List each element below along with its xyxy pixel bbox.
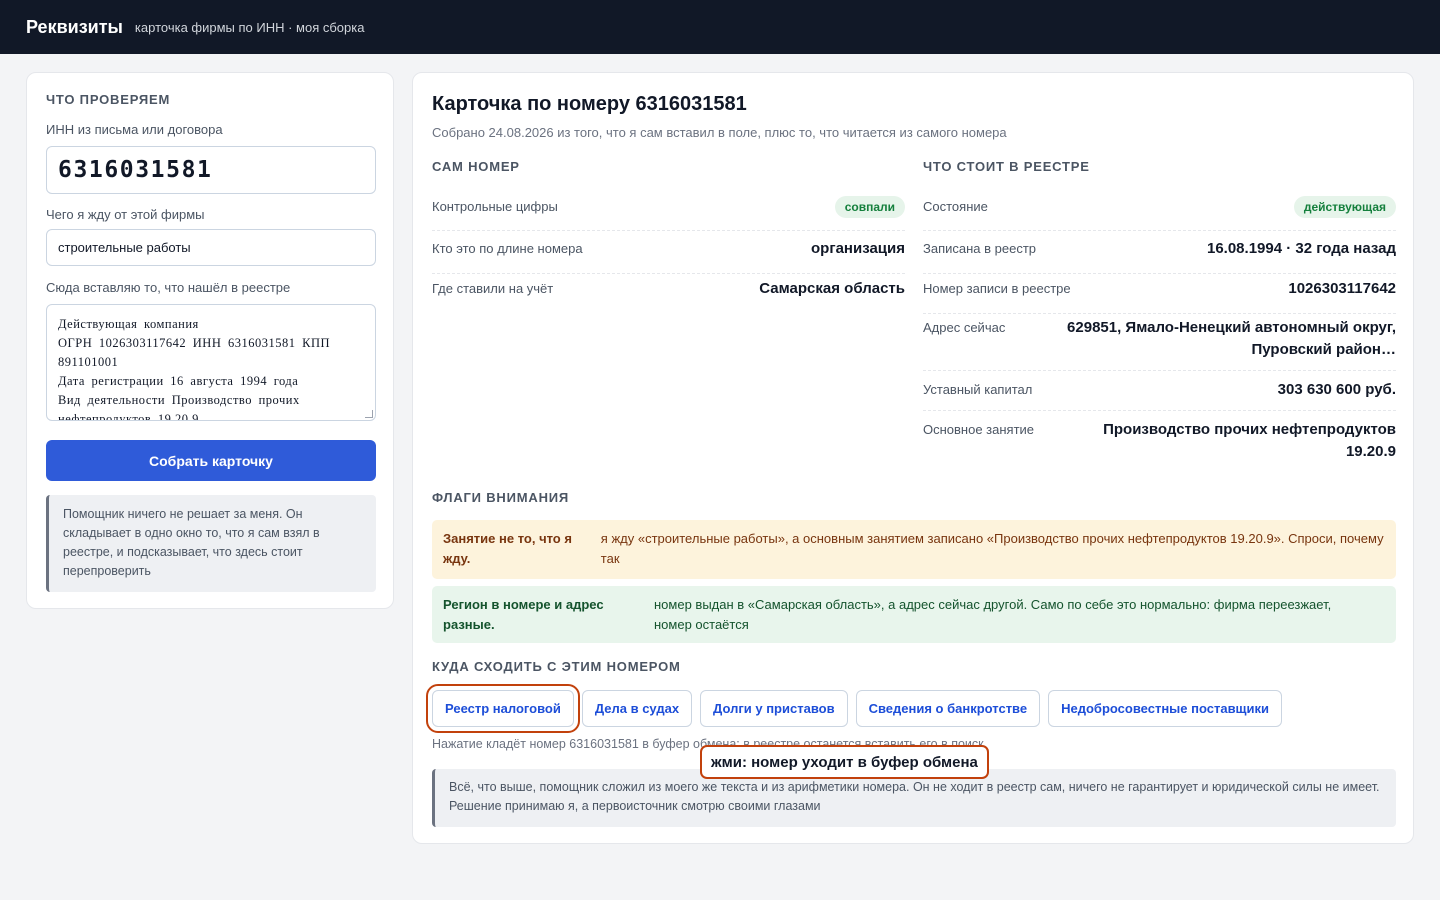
- app-title: Реквизиты: [26, 16, 123, 37]
- number-row-checksum: Контрольные цифры совпали: [432, 196, 905, 231]
- registry-row-ogrn: Номер записи в реестре 1026303117642: [923, 278, 1396, 314]
- registry-row-address: Адрес сейчас 629851, Ямало-Ненецкий авто…: [923, 317, 1396, 371]
- paste-label: Сюда вставляю то, что нашёл в реестре: [46, 280, 291, 295]
- link-bankruptcy[interactable]: Сведения о банкротстве: [855, 690, 1041, 727]
- registry-row-capital: Уставный капитал 303 630 600 руб.: [923, 379, 1396, 411]
- resize-grip-icon[interactable]: [365, 410, 373, 418]
- row-key: Где ставили на учёт: [432, 281, 554, 296]
- flag-region-mismatch: Регион в номере и адрес разные. номер вы…: [432, 586, 1396, 643]
- expect-input[interactable]: строительные работы: [46, 229, 376, 266]
- checksum-badge: совпали: [834, 196, 905, 218]
- number-row-region: Где ставили на учёт Самарская область: [432, 278, 905, 314]
- link-tax-registry[interactable]: Реестр налоговой: [426, 684, 580, 733]
- number-row-type: Кто это по длине номера организация: [432, 238, 905, 274]
- registry-section-heading: ЧТО СТОИТ В РЕЕСТРЕ: [923, 159, 1090, 174]
- row-key: Записана в реестр: [923, 241, 1037, 256]
- input-panel: ЧТО ПРОВЕРЯЕМ ИНН из письма или договора…: [26, 72, 394, 609]
- row-value: 629851, Ямало-Ненецкий автономный округ,…: [1067, 319, 1396, 358]
- input-panel-heading: ЧТО ПРОВЕРЯЕМ: [46, 92, 171, 107]
- number-section-heading: САМ НОМЕР: [432, 159, 520, 174]
- row-key: Основное занятие: [923, 422, 1035, 437]
- expect-label: Чего я жду от этой фирмы: [46, 207, 205, 222]
- flag-text: я жду «строительные работы», а основным …: [600, 531, 1384, 566]
- company-card: Карточка по номеру 6316031581 Собрано 24…: [412, 72, 1414, 844]
- assistant-note: Помощник ничего не решает за меня. Он ск…: [46, 495, 376, 592]
- registry-row-registered: Записана в реестр 16.08.1994 · 32 года н…: [923, 238, 1396, 274]
- link-court-cases[interactable]: Дела в судах: [581, 690, 693, 727]
- registry-paste-textarea[interactable]: Действующая компания ОГРН 1026303117642 …: [46, 304, 376, 421]
- flags-heading: ФЛАГИ ВНИМАНИЯ: [432, 490, 570, 505]
- registry-row-activity: Основное занятие Производство прочих неф…: [923, 419, 1396, 467]
- external-links: Реестр налоговой Дела в судах Долги у пр…: [426, 684, 1283, 733]
- row-value: 303 630 600 руб.: [1277, 381, 1396, 398]
- card-subtitle: Собрано 24.08.2026 из того, что я сам вс…: [432, 125, 1007, 140]
- row-key: Уставный капитал: [923, 382, 1033, 397]
- row-key: Номер записи в реестре: [923, 281, 1071, 296]
- flag-activity-mismatch: Занятие не то, что я жду. я жду «строите…: [432, 520, 1396, 579]
- row-key: Состояние: [923, 199, 988, 214]
- row-key: Кто это по длине номера: [432, 241, 583, 256]
- build-card-button[interactable]: Собрать карточку: [46, 440, 376, 481]
- link-unreliable-suppliers[interactable]: Недобросовестные поставщики: [1048, 690, 1283, 727]
- row-value: Самарская область: [759, 280, 905, 297]
- row-value: 16.08.1994 · 32 года назад: [1206, 240, 1396, 257]
- status-badge: действующая: [1293, 196, 1396, 218]
- row-key: Контрольные цифры: [432, 199, 558, 214]
- registry-row-status: Состояние действующая: [923, 196, 1396, 231]
- registry-paste-text: Действующая компания ОГРН 1026303117642 …: [58, 317, 330, 421]
- flag-title: Регион в номере и адрес разные.: [443, 597, 604, 632]
- row-value: Производство прочих нефтепродуктов 19.20…: [1103, 421, 1396, 460]
- clipboard-callout: жми: номер уходит в буфер обмена: [700, 745, 989, 779]
- flag-title: Занятие не то, что я жду.: [443, 531, 572, 566]
- app-tagline: карточка фирмы по ИНН · моя сборка: [134, 19, 365, 35]
- inn-input[interactable]: 6316031581: [46, 146, 376, 194]
- inn-label: ИНН из письма или договора: [46, 122, 223, 137]
- links-heading: КУДА СХОДИТЬ С ЭТИМ НОМЕРОМ: [432, 659, 681, 674]
- flag-text: номер выдан в «Самарская область», а адр…: [654, 597, 1332, 632]
- row-key: Адрес сейчас: [923, 320, 1006, 335]
- top-bar: Реквизиты карточка фирмы по ИНН · моя сб…: [0, 0, 1440, 54]
- card-title: Карточка по номеру 6316031581: [432, 93, 747, 115]
- link-bailiff-debts[interactable]: Долги у приставов: [700, 690, 848, 727]
- row-value: 1026303117642: [1288, 280, 1396, 297]
- row-value: организация: [811, 240, 905, 257]
